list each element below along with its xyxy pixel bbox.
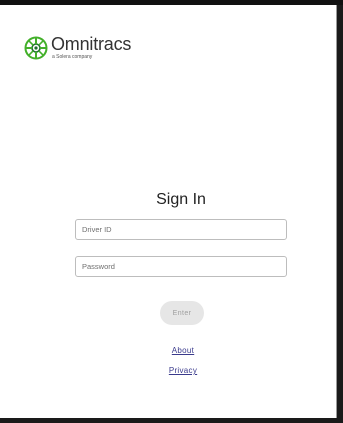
brand-header: Omnitracs a Solera company <box>24 35 131 60</box>
password-input[interactable] <box>75 256 287 277</box>
sign-in-screen: Omnitracs a Solera company Sign In Enter… <box>0 5 337 418</box>
omnitracs-globe-icon <box>24 36 48 60</box>
sign-in-title: Sign In <box>156 191 206 208</box>
driver-id-input[interactable] <box>75 219 287 240</box>
about-link[interactable]: About <box>0 346 343 355</box>
privacy-link[interactable]: Privacy <box>0 366 343 375</box>
brand-name: Omnitracs <box>51 34 132 54</box>
enter-button[interactable]: Enter <box>160 301 204 325</box>
brand-tagline: a Solera company <box>52 54 93 60</box>
brand-text: Omnitracs a Solera company <box>51 35 131 60</box>
